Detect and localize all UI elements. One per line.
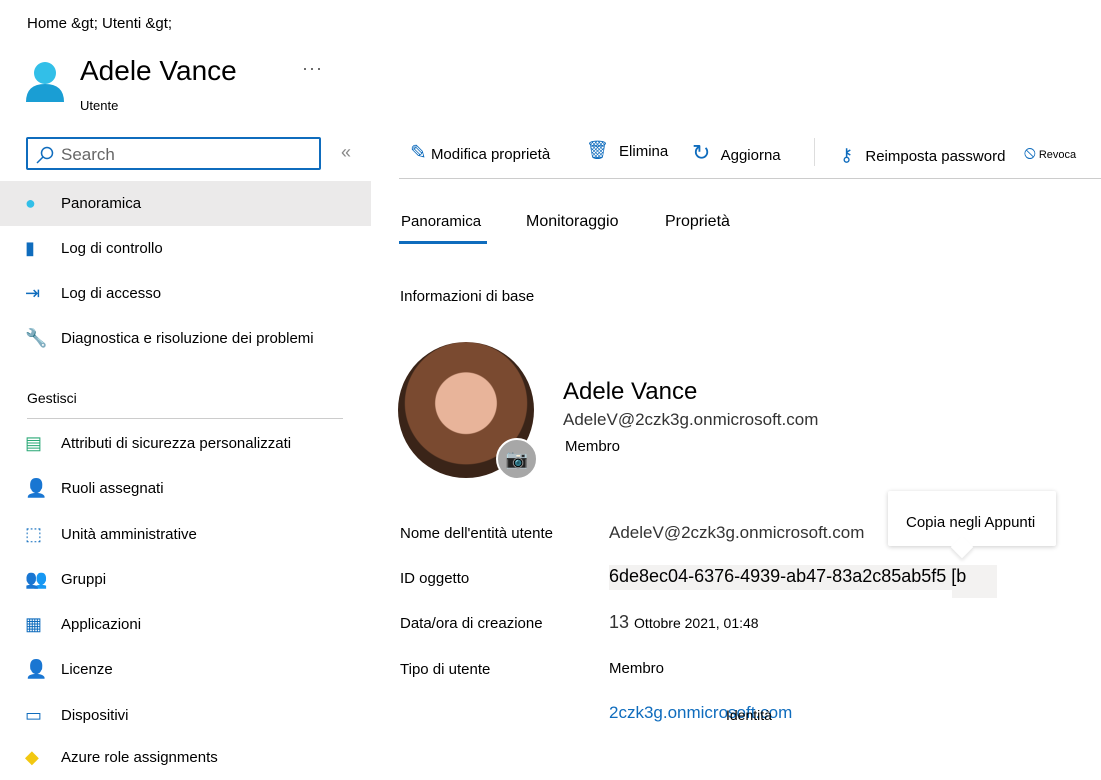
sidebar-item-gruppi[interactable]: 👥 Gruppi xyxy=(0,557,371,602)
license-icon: 👤 xyxy=(25,659,48,679)
tab-panoramica[interactable]: Panoramica xyxy=(401,213,481,230)
breadcrumb[interactable]: Home &gt; Utenti &gt; xyxy=(27,15,172,32)
sidebar-item-unit-amministrative[interactable]: ⬚ Unità amministrative xyxy=(0,512,371,557)
edit-label: Modifica proprietà xyxy=(430,146,551,163)
upn-value: AdeleV@2czk3g.onmicrosoft.com xyxy=(609,523,865,542)
sidebar-item-label: Panoramica xyxy=(61,195,142,212)
search-placeholder: Search xyxy=(61,145,115,164)
created-value: 13 Ottobre 2021, 01:48 xyxy=(609,612,759,633)
reset-password-button[interactable]: ⚷ Reimposta password xyxy=(840,145,1005,166)
tab-monitoraggio[interactable]: Monitoraggio xyxy=(526,213,619,231)
page-subtitle: Utente xyxy=(80,98,119,113)
user-icon xyxy=(26,62,64,102)
user-email: AdeleV@2czk3g.onmicrosoft.com xyxy=(563,410,819,429)
object-id-value[interactable]: 6de8ec04-6376-4939-ab47-83a2c85ab5f5 [b xyxy=(609,566,966,587)
delete-label: Elimina xyxy=(619,143,669,160)
sidebar-item-label: Dispositivi xyxy=(61,707,129,724)
refresh-label: Aggiorna xyxy=(720,147,781,164)
tooltip-text: Copia negli Appunti xyxy=(906,514,1036,531)
log-icon: ▮ xyxy=(25,238,35,258)
user-type-value: Membro xyxy=(609,660,665,677)
revoke-label: Revoca xyxy=(1038,149,1077,161)
collapse-icon[interactable]: « xyxy=(341,142,351,163)
sidebar-item-log-di-accesso[interactable]: ⇥ Log di accesso xyxy=(0,271,371,316)
section-heading: Informazioni di base xyxy=(400,288,535,305)
page-title: Adele Vance xyxy=(80,55,237,86)
apps-icon: ▦ xyxy=(25,614,43,634)
upn-label: Nome dell'entità utente xyxy=(400,525,553,542)
object-id-label: ID oggetto xyxy=(400,570,470,587)
devices-icon: ▭ xyxy=(25,705,43,725)
created-day: 13 xyxy=(609,612,630,632)
sidebar-item-label: Gruppi xyxy=(61,571,107,588)
sidebar-item-label: Log di accesso xyxy=(61,285,162,302)
sidebar-item-attributi-di-sicurezza-personalizzati[interactable]: ▤ Attributi di sicurezza personalizzati xyxy=(0,421,371,466)
sign-in-icon: ⇥ xyxy=(25,283,41,303)
edit-properties-button[interactable]: ✎ Modifica proprietà xyxy=(410,140,550,165)
sidebar-item-dispositivi[interactable]: ▭ Dispositivi xyxy=(0,693,371,738)
section-gestisci: Gestisci xyxy=(27,390,77,406)
wrench-icon: 🔧 xyxy=(25,328,48,348)
sidebar-item-label: Diagnostica e risoluzione dei problemi xyxy=(61,330,314,347)
sidebar-item-diagnostica-e-risoluzione-dei-problemi[interactable]: 🔧 Diagnostica e risoluzione dei problemi xyxy=(0,316,371,361)
user-type: Membro xyxy=(565,438,621,455)
toolbar-divider xyxy=(814,138,815,166)
user-name: Adele Vance xyxy=(563,378,698,405)
azure-role-icon: ◆ xyxy=(25,747,39,767)
pencil-icon: ✎ xyxy=(410,142,427,164)
user-type-label: Tipo di utente xyxy=(400,661,491,678)
created-label: Data/ora di creazione xyxy=(400,615,543,632)
key-icon: ⚷ xyxy=(840,145,854,165)
trash-icon: 🗑 xyxy=(586,140,609,160)
tooltip-arrow xyxy=(950,535,974,559)
toolbar-divider-line xyxy=(399,178,1101,179)
camera-icon[interactable]: 📷 xyxy=(496,438,538,480)
sidebar-item-log-di-controllo[interactable]: ▮ Log di controllo xyxy=(0,226,371,271)
refresh-button[interactable]: ↻ Aggiorna xyxy=(692,140,781,166)
sidebar-item-azure-role-assignments[interactable]: ◆ Azure role assignments xyxy=(0,735,371,780)
sidebar-item-label: Applicazioni xyxy=(61,616,142,633)
sidebar-item-label: Azure role assignments xyxy=(61,749,218,766)
sidebar-item-panoramica[interactable]: ● Panoramica xyxy=(0,181,371,226)
revoke-button[interactable]: ⦸ Revoca xyxy=(1024,142,1076,163)
sidebar-item-label: Unità amministrative xyxy=(61,526,197,543)
block-icon: ⦸ xyxy=(1024,142,1036,162)
search-input[interactable]: Search xyxy=(26,137,321,170)
sidebar-item-licenze[interactable]: 👤 Licenze xyxy=(0,647,371,692)
divider xyxy=(27,418,343,419)
refresh-icon: ↻ xyxy=(692,140,711,165)
more-options-button[interactable]: ··· xyxy=(302,58,323,79)
reset-label: Reimposta password xyxy=(865,148,1006,165)
sidebar-item-label: Attributi di sicurezza personalizzati xyxy=(61,435,292,452)
sidebar-item-label: Ruoli assegnati xyxy=(61,480,164,497)
active-tab-indicator xyxy=(399,241,487,244)
tooltip: Copia negli Appunti xyxy=(888,491,1056,559)
sidebar-item-ruoli-assegnati[interactable]: 👤 Ruoli assegnati xyxy=(0,466,371,511)
search-icon xyxy=(36,146,54,164)
created-rest: Ottobre 2021, 01:48 xyxy=(634,615,759,631)
sidebar-item-label: Licenze xyxy=(61,661,113,678)
user-icon: ● xyxy=(25,193,36,213)
admin-units-icon: ⬚ xyxy=(25,524,43,544)
sidebar-item-applicazioni[interactable]: ▦ Applicazioni xyxy=(0,602,371,647)
identity-label: Identità xyxy=(726,707,772,723)
roles-icon: 👤 xyxy=(25,478,48,498)
sidebar-item-label: Log di controllo xyxy=(61,240,163,257)
tab-proprieta[interactable]: Proprietà xyxy=(665,213,730,231)
delete-button[interactable]: 🗑 Elimina xyxy=(586,140,668,161)
attributes-icon: ▤ xyxy=(25,433,43,453)
groups-icon: 👥 xyxy=(25,569,48,589)
